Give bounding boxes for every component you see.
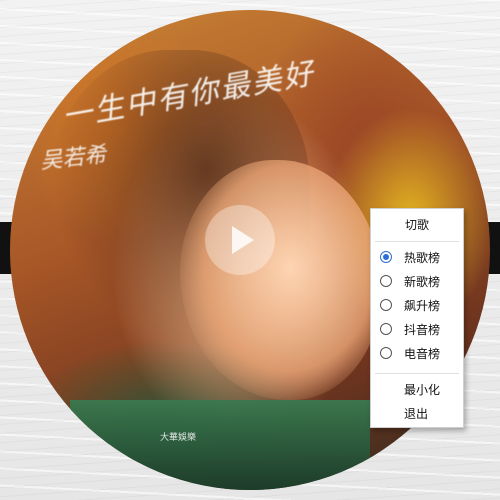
menu-item-rising-chart[interactable]: 飙升榜	[371, 295, 463, 317]
menu-item-label: 飙升榜	[404, 299, 441, 313]
album-logo: 大華娛樂	[160, 433, 197, 443]
menu-separator	[375, 241, 459, 242]
menu-item-hot-chart[interactable]: 热歌榜	[371, 247, 463, 269]
radio-checked-icon[interactable]	[380, 251, 392, 263]
menu-separator	[375, 373, 459, 374]
radio-icon[interactable]	[380, 299, 392, 311]
cover-art-face	[180, 160, 380, 400]
context-menu: 切歌 热歌榜 新歌榜 飙升榜 抖音榜 电音榜 最小化 退出	[370, 208, 464, 428]
menu-item-label: 热歌榜	[404, 251, 441, 265]
radio-icon[interactable]	[380, 323, 392, 335]
menu-item-douyin-chart[interactable]: 抖音榜	[371, 319, 463, 341]
cover-art-clothing	[70, 400, 370, 490]
menu-item-exit[interactable]: 退出	[371, 403, 463, 425]
menu-item-minimize[interactable]: 最小化	[371, 379, 463, 401]
play-icon	[232, 226, 254, 254]
menu-item-electronic-chart[interactable]: 电音榜	[371, 343, 463, 365]
play-button[interactable]	[205, 205, 275, 275]
menu-item-label: 抖音榜	[404, 323, 441, 337]
menu-item-label: 新歌榜	[404, 275, 441, 289]
menu-item-label: 电音榜	[404, 347, 441, 361]
menu-item-switch-song[interactable]: 切歌	[371, 214, 463, 236]
album-artist-text: 吴若希	[39, 142, 108, 175]
radio-icon[interactable]	[380, 347, 392, 359]
radio-icon[interactable]	[380, 275, 392, 287]
menu-item-new-chart[interactable]: 新歌榜	[371, 271, 463, 293]
